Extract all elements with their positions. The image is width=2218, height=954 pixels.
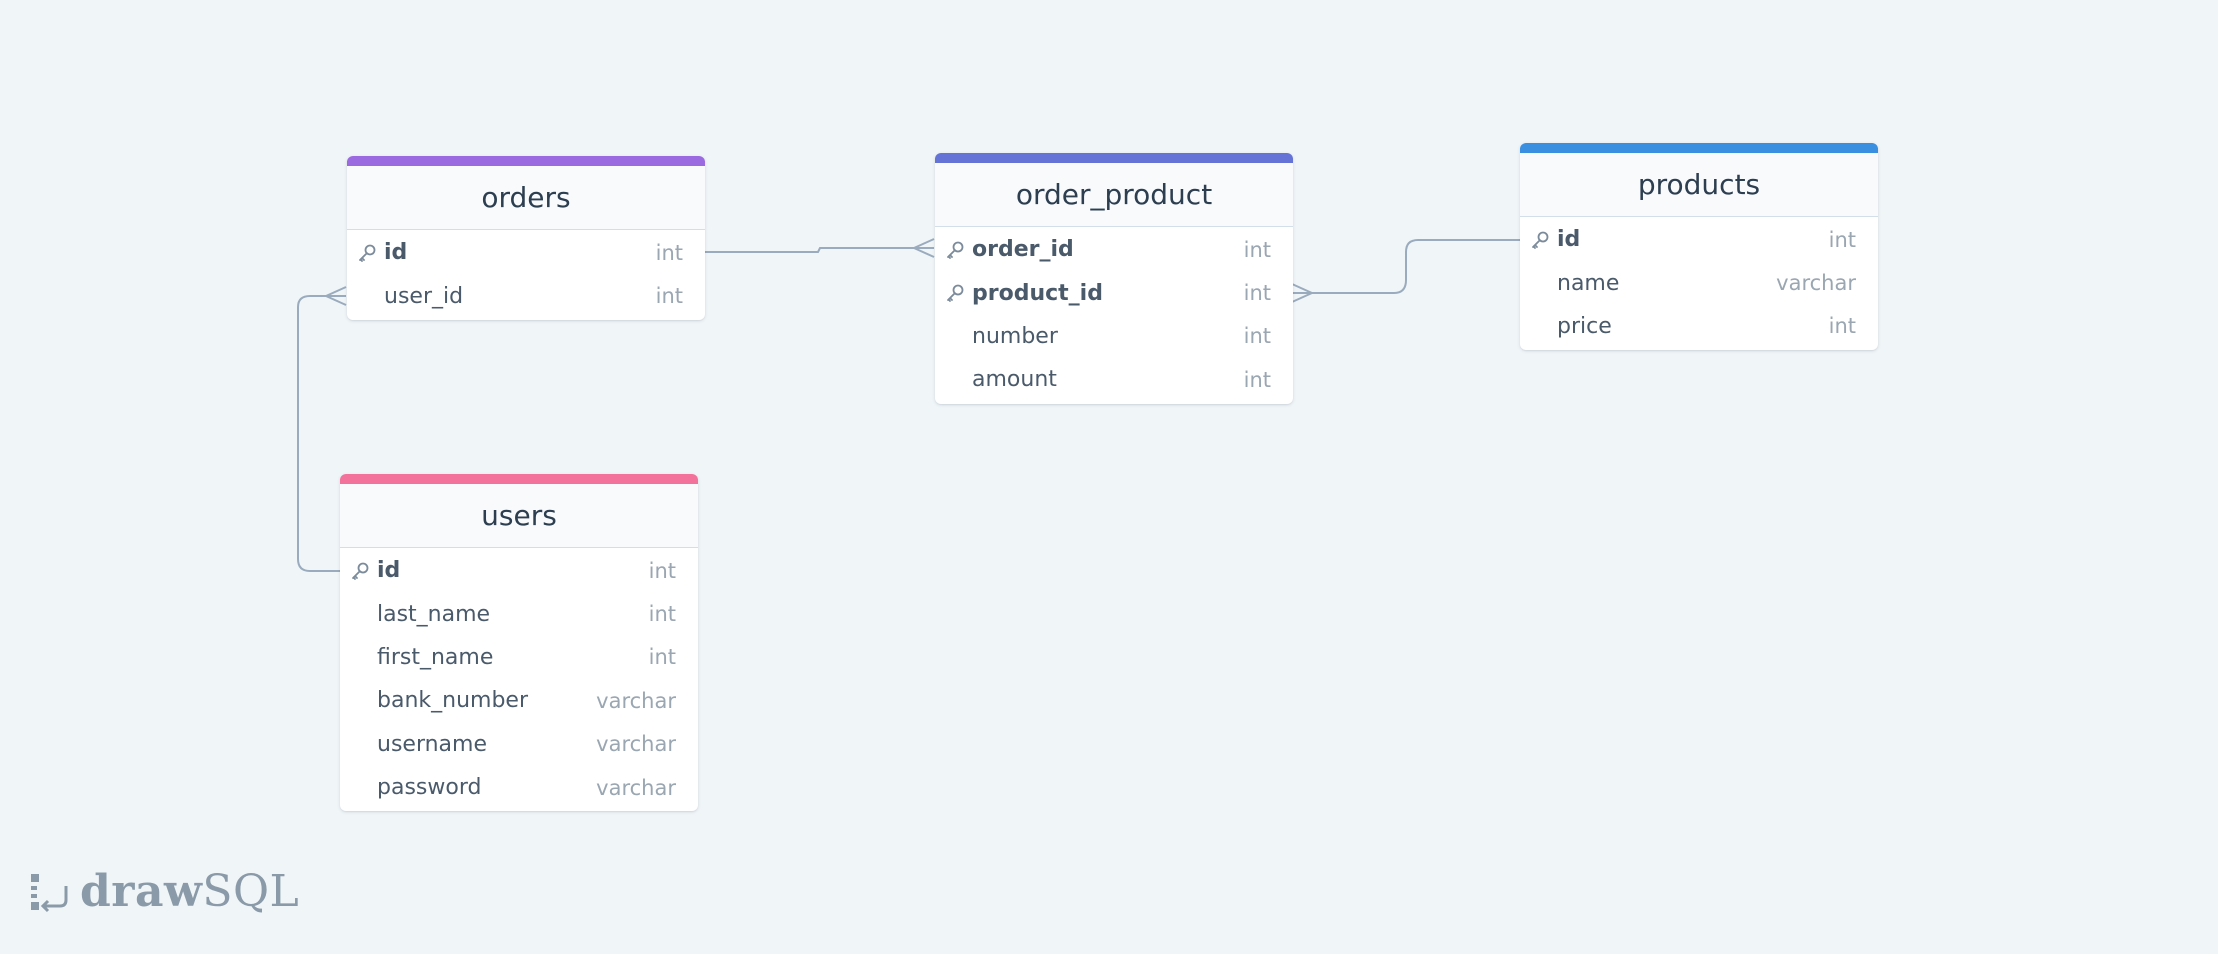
- column-type: int: [1243, 237, 1271, 262]
- column-row-id[interactable]: id int: [1520, 218, 1878, 261]
- table-color-bar: [340, 474, 698, 484]
- column-name: order_id: [972, 237, 1074, 263]
- column-list: id int last_name int first_name int bank_numbe…: [340, 548, 698, 811]
- column-type: varchar: [1776, 271, 1856, 296]
- table-orders[interactable]: orders id int user_id int: [347, 156, 705, 320]
- drawsql-logo: drawSQL: [30, 866, 299, 917]
- column-row-last-name[interactable]: last_name int: [340, 592, 698, 635]
- column-name: amount: [972, 367, 1057, 393]
- column-row-bank-number[interactable]: bank_number varchar: [340, 679, 698, 722]
- column-type: int: [1828, 314, 1856, 339]
- primary-key-icon: [350, 561, 370, 581]
- column-list: id int name varchar price int: [1520, 217, 1878, 350]
- column-type: int: [1243, 281, 1271, 306]
- column-type: varchar: [596, 775, 676, 800]
- column-type: int: [648, 645, 676, 670]
- column-name: username: [377, 731, 487, 757]
- table-users[interactable]: users id int last_name int first_name int bank…: [340, 474, 698, 812]
- column-row-username[interactable]: username varchar: [340, 723, 698, 766]
- table-title: orders: [347, 166, 705, 230]
- primary-key-icon: [357, 243, 377, 263]
- column-name: first_name: [377, 644, 494, 670]
- column-name: product_id: [972, 280, 1103, 306]
- column-row-order-id[interactable]: order_id int: [935, 228, 1293, 271]
- column-name: user_id: [384, 283, 464, 309]
- relation-orders-order-product[interactable]: [704, 247, 934, 253]
- table-order-product[interactable]: order_product order_id int product_id int nu…: [935, 153, 1293, 404]
- primary-key-icon: [945, 283, 965, 303]
- column-type: int: [1828, 227, 1856, 252]
- column-row-number[interactable]: number int: [935, 315, 1293, 358]
- column-row-password[interactable]: password varchar: [340, 766, 698, 809]
- column-name: id: [1557, 227, 1581, 253]
- column-name: last_name: [377, 601, 491, 627]
- relation-users-orders[interactable]: [297, 295, 346, 572]
- column-name: price: [1557, 313, 1612, 339]
- column-name: number: [972, 323, 1058, 349]
- column-type: int: [648, 558, 676, 583]
- column-type: int: [648, 602, 676, 627]
- crowfoot-order-product-order-id: [913, 238, 935, 258]
- drawsql-wordmark: drawSQL: [80, 866, 300, 917]
- column-row-id[interactable]: id int: [340, 549, 698, 592]
- column-name: password: [377, 775, 482, 801]
- column-type: int: [655, 284, 683, 309]
- table-title: order_product: [935, 163, 1293, 227]
- primary-key-icon: [945, 240, 965, 260]
- column-list: id int user_id int: [347, 230, 705, 320]
- diagram-canvas[interactable]: orders id int user_id int order_product ord…: [0, 0, 2218, 954]
- primary-key-icon: [1530, 230, 1550, 250]
- column-type: int: [655, 240, 683, 265]
- table-title: users: [340, 484, 698, 548]
- column-row-product-id[interactable]: product_id int: [935, 271, 1293, 314]
- column-type: varchar: [596, 732, 676, 757]
- column-type: int: [1243, 367, 1271, 392]
- column-row-id[interactable]: id int: [347, 231, 705, 274]
- column-type: varchar: [596, 688, 676, 713]
- column-name: id: [377, 558, 401, 584]
- drawsql-logo-icon: [31, 873, 68, 912]
- column-list: order_id int product_id int number int amount i…: [935, 227, 1293, 404]
- table-color-bar: [347, 156, 705, 166]
- column-row-name[interactable]: name varchar: [1520, 261, 1878, 304]
- table-title: products: [1520, 153, 1878, 217]
- column-type: int: [1243, 324, 1271, 349]
- column-row-first-name[interactable]: first_name int: [340, 636, 698, 679]
- relationship-lines: [297, 238, 1520, 572]
- table-products[interactable]: products id int name varchar price int: [1520, 143, 1878, 351]
- relation-products-order-product[interactable]: [1292, 239, 1520, 294]
- column-name: id: [384, 240, 408, 266]
- table-color-bar: [935, 153, 1293, 163]
- column-row-user-id[interactable]: user_id int: [347, 274, 705, 317]
- column-row-price[interactable]: price int: [1520, 305, 1878, 348]
- table-color-bar: [1520, 143, 1878, 153]
- column-name: name: [1557, 270, 1620, 296]
- column-name: bank_number: [377, 688, 528, 714]
- column-row-amount[interactable]: amount int: [935, 358, 1293, 401]
